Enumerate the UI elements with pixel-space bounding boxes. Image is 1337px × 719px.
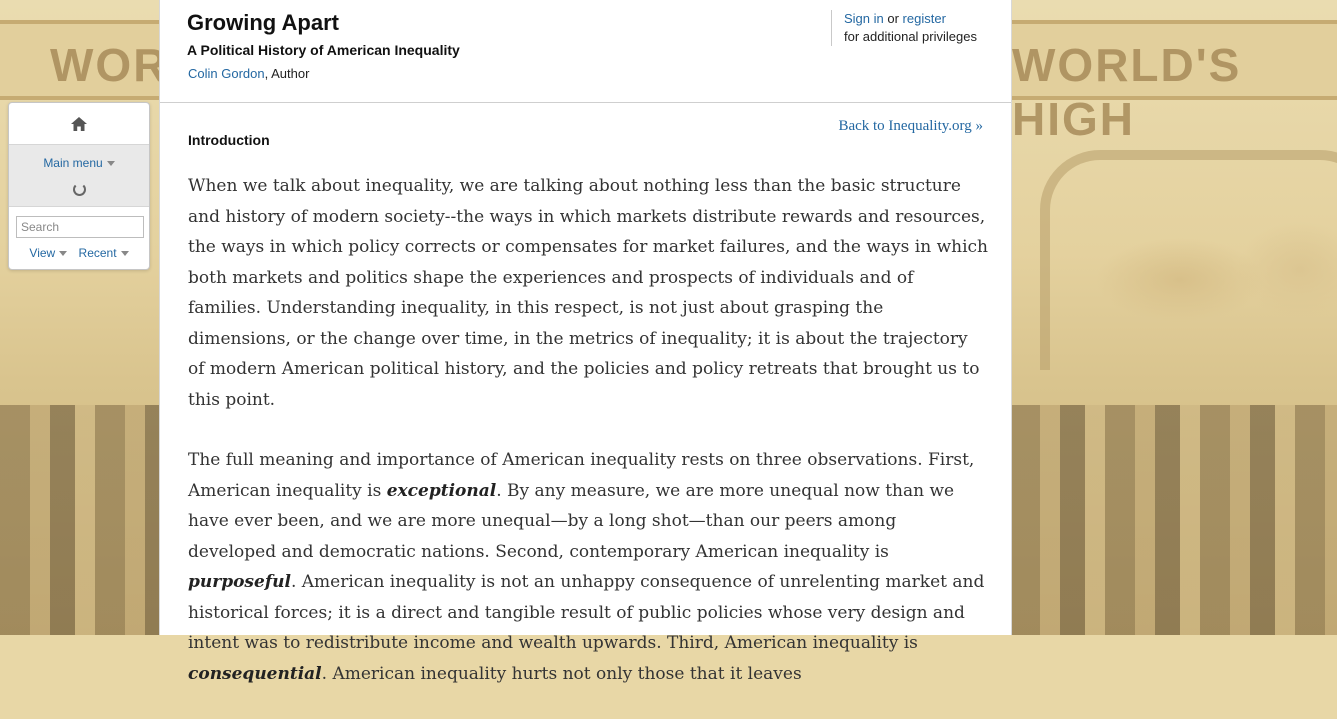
or-text: or bbox=[883, 11, 903, 26]
loading-spinner-icon bbox=[72, 183, 86, 196]
nav-bottom-links: View Recent bbox=[9, 246, 149, 260]
register-link[interactable]: register bbox=[903, 11, 946, 26]
author-role: , Author bbox=[264, 66, 310, 81]
back-to-inequality-link[interactable]: Back to Inequality.org » bbox=[838, 118, 983, 135]
author-link[interactable]: Colin Gordon bbox=[188, 66, 265, 81]
section-title: Introduction bbox=[188, 132, 270, 148]
chevron-down-icon bbox=[59, 251, 68, 257]
sign-in-link[interactable]: Sign in bbox=[844, 11, 884, 26]
emphasis-purposeful: purposeful bbox=[188, 572, 291, 592]
article-page: Growing Apart A Political History of Ame… bbox=[159, 0, 1012, 684]
view-menu-toggle[interactable]: View bbox=[29, 246, 68, 260]
nav-widget: Main menu View Recent bbox=[8, 102, 150, 270]
paragraph-1: When we talk about inequality, we are ta… bbox=[188, 176, 988, 410]
main-menu-section: Main menu bbox=[9, 145, 149, 207]
background-bus bbox=[1040, 150, 1337, 370]
background-crowd-left bbox=[0, 405, 160, 635]
search-input[interactable] bbox=[16, 216, 144, 238]
chevron-down-icon bbox=[106, 161, 115, 167]
book-subtitle: A Political History of American Inequali… bbox=[187, 42, 460, 58]
byline: Colin Gordon, Author bbox=[188, 66, 309, 81]
article-content: When we talk about inequality, we are ta… bbox=[188, 171, 988, 719]
home-button[interactable] bbox=[9, 103, 149, 145]
auth-box: Sign in or register for additional privi… bbox=[831, 10, 977, 46]
background-crowd-right bbox=[1010, 405, 1337, 635]
book-header: Growing Apart A Political History of Ame… bbox=[160, 0, 1011, 103]
chevron-down-icon bbox=[120, 251, 129, 257]
main-menu-label: Main menu bbox=[43, 156, 103, 170]
recent-menu-toggle[interactable]: Recent bbox=[79, 246, 129, 260]
main-menu-toggle[interactable]: Main menu bbox=[43, 156, 115, 170]
background-banner-text-right: WORLD'S HIGH bbox=[1012, 39, 1242, 145]
book-title[interactable]: Growing Apart bbox=[187, 10, 339, 36]
p2-text-d: . American inequality hurts not only tho… bbox=[321, 663, 802, 684]
paragraph-2: The full meaning and importance of Ameri… bbox=[188, 445, 988, 689]
privileges-text: for additional privileges bbox=[844, 29, 977, 44]
emphasis-exceptional: exceptional bbox=[386, 480, 497, 501]
recent-label: Recent bbox=[78, 246, 117, 260]
home-icon bbox=[71, 116, 87, 131]
view-label: View bbox=[29, 246, 56, 260]
emphasis-consequential: consequential bbox=[188, 663, 322, 684]
p2-text-c: . American inequality is not an unhappy … bbox=[188, 572, 985, 653]
background-banner-text-left: WOR bbox=[50, 39, 169, 91]
